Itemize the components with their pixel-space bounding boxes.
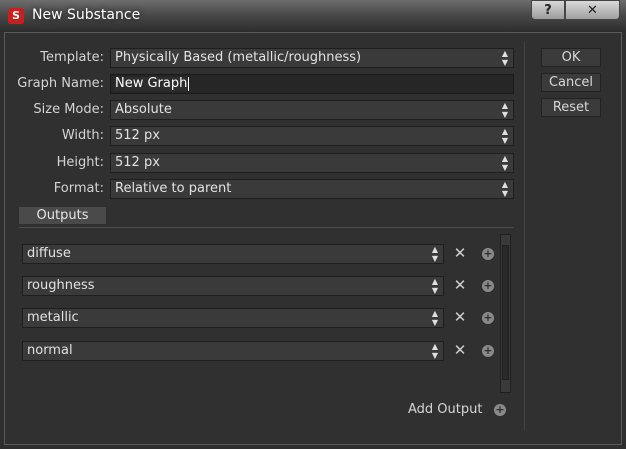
output-select-roughness[interactable]: roughness ▲ ▼ xyxy=(22,276,444,296)
output-select-diffuse[interactable]: diffuse ▲ ▼ xyxy=(22,244,444,264)
updown-arrows-icon: ▲ ▼ xyxy=(501,49,509,67)
add-after-icon[interactable]: + xyxy=(482,312,494,324)
reset-button[interactable]: Reset xyxy=(541,98,601,117)
add-after-icon[interactable]: + xyxy=(482,248,494,260)
title-bar: S New Substance ? ✕ xyxy=(0,0,626,32)
outputs-tab[interactable]: Outputs xyxy=(19,207,106,224)
outputs-separator xyxy=(19,227,514,228)
window-title: New Substance xyxy=(32,7,141,23)
output-value: diffuse xyxy=(27,246,71,261)
add-output-plus-icon[interactable]: + xyxy=(494,404,506,416)
output-select-metallic[interactable]: metallic ▲ ▼ xyxy=(22,308,444,328)
remove-output-icon[interactable]: ✕ xyxy=(453,246,467,261)
add-after-icon[interactable]: + xyxy=(482,345,494,357)
ok-button[interactable]: OK xyxy=(541,48,601,67)
help-button[interactable]: ? xyxy=(531,0,565,20)
width-value: 512 px xyxy=(115,128,160,143)
format-value: Relative to parent xyxy=(115,181,232,196)
width-label: Width: xyxy=(61,128,104,143)
output-value: metallic xyxy=(27,310,79,325)
add-after-icon[interactable]: + xyxy=(482,280,494,292)
graph-name-input[interactable]: New Graph xyxy=(110,74,514,94)
template-value: Physically Based (metallic/roughness) xyxy=(115,50,362,65)
outputs-scrollbar[interactable] xyxy=(500,234,511,393)
output-value: roughness xyxy=(27,278,95,293)
remove-output-icon[interactable]: ✕ xyxy=(453,343,467,358)
output-value: normal xyxy=(27,343,73,358)
cancel-button[interactable]: Cancel xyxy=(541,73,601,92)
remove-output-icon[interactable]: ✕ xyxy=(453,278,467,293)
substance-app-icon: S xyxy=(8,8,24,24)
output-select-normal[interactable]: normal ▲ ▼ xyxy=(22,341,444,361)
template-label: Template: xyxy=(40,50,104,65)
updown-arrows-icon: ▲ ▼ xyxy=(431,309,439,327)
updown-arrows-icon: ▲ ▼ xyxy=(501,101,509,119)
scrollbar-thumb[interactable] xyxy=(502,245,509,380)
format-label: Format: xyxy=(53,181,104,196)
format-select[interactable]: Relative to parent ▲ ▼ xyxy=(110,179,514,199)
updown-arrows-icon: ▲ ▼ xyxy=(431,277,439,295)
remove-output-icon[interactable]: ✕ xyxy=(453,310,467,325)
updown-arrows-icon: ▲ ▼ xyxy=(501,180,509,198)
updown-arrows-icon: ▲ ▼ xyxy=(431,342,439,360)
height-label: Height: xyxy=(56,155,104,170)
close-button[interactable]: ✕ xyxy=(565,0,620,20)
height-select[interactable]: 512 px ▲ ▼ xyxy=(110,153,514,173)
graph-name-value: New Graph xyxy=(114,76,190,91)
size-mode-select[interactable]: Absolute ▲ ▼ xyxy=(110,100,514,120)
vertical-divider xyxy=(524,42,525,430)
updown-arrows-icon: ▲ ▼ xyxy=(431,245,439,263)
size-mode-value: Absolute xyxy=(115,102,172,117)
add-output-label[interactable]: Add Output xyxy=(408,402,482,417)
updown-arrows-icon: ▲ ▼ xyxy=(501,154,509,172)
graph-name-label: Graph Name: xyxy=(17,76,104,91)
width-select[interactable]: 512 px ▲ ▼ xyxy=(110,126,514,146)
height-value: 512 px xyxy=(115,155,160,170)
template-select[interactable]: Physically Based (metallic/roughness) ▲ ▼ xyxy=(110,48,514,68)
size-mode-label: Size Mode: xyxy=(33,102,104,117)
updown-arrows-icon: ▲ ▼ xyxy=(501,127,509,145)
